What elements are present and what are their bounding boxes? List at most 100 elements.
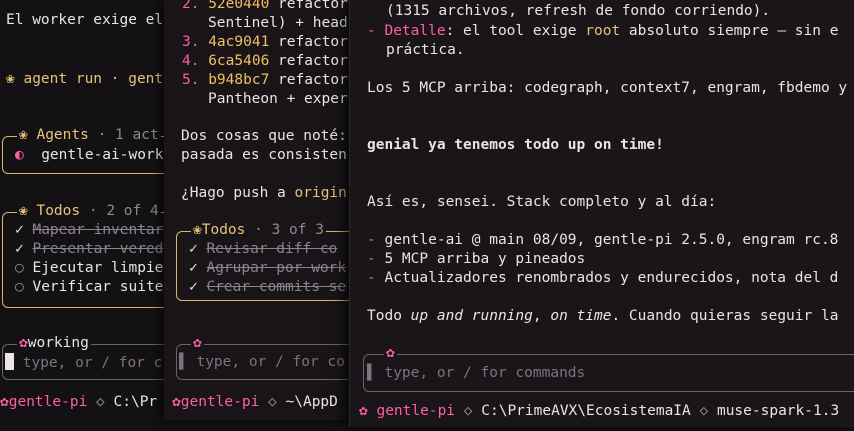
- input-placeholder: type, or / for c: [22, 355, 163, 371]
- prompt-input-box[interactable]: ✿ ▌ type, or / for co: [176, 334, 354, 380]
- status-path: C:\Pr: [113, 394, 158, 410]
- closing-text: . Cuando quieras seguir la: [611, 308, 839, 324]
- bullet-text: 5 MCP arriba y pineados: [384, 251, 586, 267]
- agents-panel: ❀ Agents · 1 act ◐ gentle-ai-work: [2, 126, 166, 174]
- status-bar: ✿gentle-pi ◇ C:\Pr: [0, 393, 157, 412]
- commit-text: refactor: [269, 0, 348, 12]
- root-word: root: [585, 23, 621, 39]
- status-app: gentle-pi: [376, 403, 456, 419]
- terminal-pane-left[interactable]: El worker exige el ❀ agent run · gent ❀ …: [0, 0, 166, 431]
- todo-item: ○ Verificar suite: [15, 278, 163, 297]
- origin-word: origin: [294, 185, 347, 201]
- todos-header: ❀ Todos · 2 of 4: [17, 202, 161, 221]
- terminal-pane-right[interactable]: (1315 archivos, refresh de fondo corrien…: [349, 0, 854, 427]
- todos-header: ❀Todos · 3 of 3: [191, 221, 326, 240]
- check-icon: ✓: [189, 260, 198, 276]
- status-bar: ✿ gentle-pi ◇ C:\PrimeAVX\EcosistemaIA ◇…: [359, 402, 839, 421]
- todos-title: Todos: [36, 203, 81, 219]
- prompt-input-box[interactable]: ✿ ▌ type, or / for commands: [363, 344, 854, 392]
- commit-num: 4.: [182, 53, 200, 69]
- agents-header: ❀ Agents · 1 act: [17, 126, 161, 145]
- todo-text: Ejecutar limpie: [32, 260, 164, 276]
- flower-icon: ❀: [19, 203, 28, 219]
- user-message: genial ya tenemos todo up on time!: [367, 137, 664, 153]
- todos-count: · 3 of 3: [254, 222, 324, 238]
- input-placeholder: type, or / for commands: [384, 365, 586, 381]
- todo-item: ✓ Revisar diff co: [189, 240, 337, 259]
- text-line: (1315 archivos, refresh de fondo corrien…: [386, 3, 771, 19]
- flower-icon: ❀: [19, 127, 28, 143]
- detalle-text: absoluto siempre — sin e: [620, 23, 839, 39]
- status-path: C:\PrimeAVX\EcosistemaIA: [481, 403, 691, 419]
- flower-icon: ✿: [386, 345, 395, 361]
- prompt-input[interactable]: ▌ type, or / for co: [179, 353, 345, 372]
- paragraph: pasada es consisten: [181, 147, 347, 163]
- bullet-item: - gentle-ai @ main 08/09, gentle-pi 2.5.…: [367, 231, 838, 250]
- commit-hash: 4ac9041: [208, 34, 270, 50]
- cursor: [5, 353, 14, 370]
- prompt-input-box[interactable]: ✿working type, or / for c: [2, 334, 166, 380]
- input-placeholder: type, or / for co: [196, 354, 345, 370]
- status-app: gentle-pi: [180, 394, 260, 410]
- bullet-dash: -: [367, 270, 376, 286]
- check-icon: ✓: [15, 222, 24, 238]
- agent-item[interactable]: ◐ gentle-ai-work: [15, 146, 163, 165]
- closing-emphasis: up and running: [410, 308, 533, 324]
- status-model: muse-spark-1.3: [716, 403, 840, 419]
- flower-icon: ✿: [172, 394, 181, 410]
- agent-run-line: ❀ agent run · gent: [6, 70, 163, 89]
- todo-item: ✓ Crear commits se: [189, 278, 346, 297]
- status-app: gentle-pi: [8, 394, 88, 410]
- commit-hash: 52e0440: [208, 0, 270, 12]
- commit-line: Pantheon + exper: [208, 91, 348, 107]
- todos-panel: ❀ Todos · 2 of 4 ✓ Mapear inventar ✓ Pre…: [2, 202, 166, 308]
- todo-text: Revisar diff co: [206, 241, 338, 257]
- flower-icon: ✿: [19, 335, 28, 351]
- agent-run-text: agent run · gent: [23, 71, 164, 87]
- detalle-line: - Detalle: el tool exige root absoluto s…: [367, 22, 838, 41]
- commit-num: 2.: [182, 0, 200, 12]
- flower-icon: ✿: [359, 403, 368, 419]
- todos-panel: ❀Todos · 3 of 3 ✓ Revisar diff co ✓ Agru…: [176, 221, 354, 301]
- prompt-input[interactable]: type, or / for c: [5, 353, 162, 373]
- todos-count: · 2 of 4: [88, 203, 159, 219]
- commit-text: refactor: [269, 53, 348, 69]
- detalle-label: Detalle: [384, 23, 446, 39]
- closing-line: Todo up and running, on time. Cuando qui…: [367, 307, 838, 326]
- working-label: working: [27, 335, 89, 351]
- half-circle-icon: ◐: [15, 147, 24, 163]
- todo-text: Crear commits se: [206, 279, 347, 295]
- commit-line: 5. b948bc7 refactor: [182, 71, 348, 90]
- status-path: ~\AppD: [285, 394, 338, 410]
- commit-num: 3.: [182, 34, 200, 50]
- circle-icon: ○: [15, 279, 24, 295]
- todo-item: ✓ Mapear inventar: [15, 221, 163, 240]
- commit-hash: 6ca5406: [208, 53, 270, 69]
- intro-text: El worker exige el: [6, 12, 164, 28]
- input-header: ✿: [191, 334, 204, 353]
- closing-text: ,: [532, 308, 551, 324]
- input-header: ✿working: [17, 334, 91, 353]
- commit-line: 3. 4ac9041 refactor: [182, 33, 348, 52]
- terminal-pane-middle[interactable]: 2. 52e0440 refactor Sentinel) + head 3. …: [164, 0, 355, 420]
- check-icon: ✓: [189, 241, 198, 257]
- todo-text: Presentar vered: [32, 241, 164, 257]
- status-bar: ✿gentle-pi ◇ ~\AppD: [172, 393, 338, 412]
- bullet-dash: -: [367, 232, 376, 248]
- bullet-dash: -: [367, 23, 376, 39]
- text-line: práctica.: [386, 42, 465, 58]
- todo-text: Mapear inventar: [32, 222, 164, 238]
- commit-hash: b948bc7: [208, 72, 270, 88]
- bullet-text: Actualizadores renombrados y endurecidos…: [384, 270, 839, 286]
- detalle-text: : el tool exige: [445, 23, 586, 39]
- assistant-reply: Así es, sensei. Stack completo y al día:: [367, 194, 717, 210]
- commit-num: 5.: [182, 72, 200, 88]
- closing-text: Todo: [367, 308, 411, 324]
- mcp-line: Los 5 MCP arriba: codegraph, context7, e…: [367, 80, 848, 96]
- todo-item: ✓ Presentar vered: [15, 240, 163, 259]
- agents-title: Agents: [36, 127, 89, 143]
- question-text: ¿Hago push a: [181, 185, 295, 201]
- bullet-text: gentle-ai @ main 08/09, gentle-pi 2.5.0,…: [384, 232, 839, 248]
- push-question: ¿Hago push a origin: [181, 184, 347, 203]
- prompt-input[interactable]: ▌ type, or / for commands: [367, 364, 585, 383]
